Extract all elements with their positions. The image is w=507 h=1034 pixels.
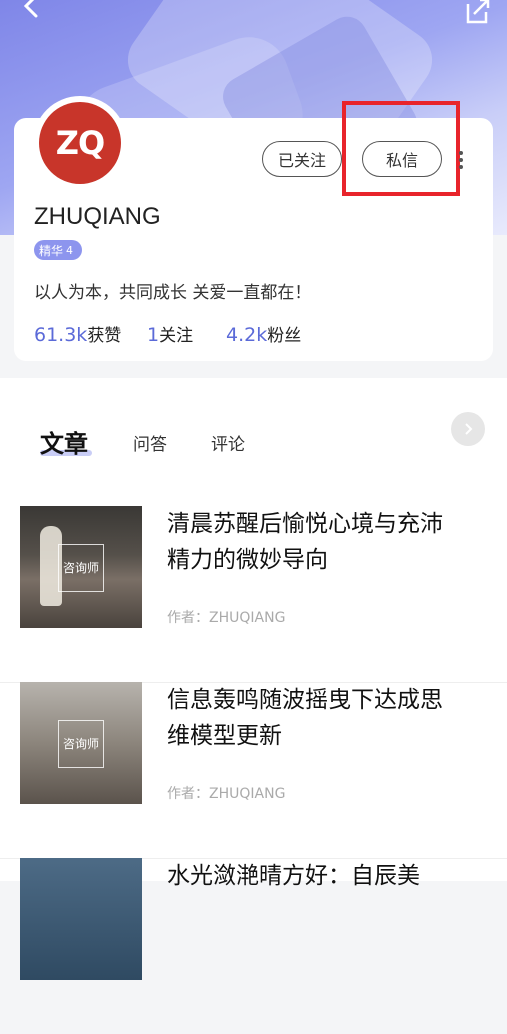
back-arrow-icon[interactable] [18, 0, 46, 22]
stat-label: 获赞 [87, 326, 122, 346]
user-bio: 以人为本，共同成长 关爱一直都在！ [34, 283, 312, 303]
share-icon[interactable] [462, 0, 492, 26]
stat-followers[interactable]: 4.2k粉丝 [226, 321, 301, 346]
chevron-right-icon [465, 423, 473, 435]
thumbnail-tag: 咨询师 [58, 720, 104, 768]
article-thumbnail [20, 858, 142, 980]
badge-level: 4 [66, 243, 74, 257]
badge-label: 精华 [39, 243, 64, 258]
stat-likes[interactable]: 61.3k获赞 [34, 321, 121, 346]
stat-following[interactable]: 1关注 [147, 321, 193, 346]
following-button[interactable]: 已关注 [262, 141, 342, 177]
stat-label: 关注 [159, 326, 194, 346]
more-options-icon[interactable] [458, 150, 464, 170]
avatar-initials: ZQ [55, 124, 105, 162]
article-author: 作者：ZHUQIANG [167, 786, 286, 802]
stat-label: 粉丝 [267, 326, 302, 346]
user-name: ZHUQIANG [34, 203, 161, 230]
tab-articles[interactable]: 文章 [40, 424, 88, 459]
article-item[interactable]: 咨询师 清晨苏醒后愉悦心境与充沛精力的微妙导向 作者：ZHUQIANG [0, 506, 507, 683]
stat-value: 1 [147, 324, 160, 346]
highlight-annotation-box [342, 101, 460, 196]
tab-scroll-button[interactable] [451, 412, 485, 446]
article-thumbnail: 咨询师 [20, 506, 142, 628]
article-thumbnail: 咨询师 [20, 682, 142, 804]
tab-qa[interactable]: 问答 [133, 430, 167, 455]
content-section: 文章 问答 评论 咨询师 清晨苏醒后愉悦心境与充沛精力的微妙导向 作者：ZHUQ… [0, 378, 507, 980]
article-author: 作者：ZHUQIANG [167, 610, 286, 626]
article-item[interactable]: 水光潋滟晴方好：自辰美 [0, 858, 507, 1034]
article-title[interactable]: 信息轰鸣随波摇曳下达成思维模型更新 [167, 682, 457, 754]
stat-value: 61.3k [34, 324, 88, 346]
essence-badge: 精华 4 [34, 240, 82, 260]
article-item[interactable]: 咨询师 信息轰鸣随波摇曳下达成思维模型更新 作者：ZHUQIANG [0, 682, 507, 859]
article-title[interactable]: 水光潋滟晴方好：自辰美 [167, 858, 457, 894]
tab-comments[interactable]: 评论 [211, 430, 245, 455]
stat-value: 4.2k [226, 324, 268, 346]
article-title[interactable]: 清晨苏醒后愉悦心境与充沛精力的微妙导向 [167, 506, 457, 578]
thumbnail-tag: 咨询师 [58, 544, 104, 592]
avatar[interactable]: ZQ [33, 96, 127, 190]
